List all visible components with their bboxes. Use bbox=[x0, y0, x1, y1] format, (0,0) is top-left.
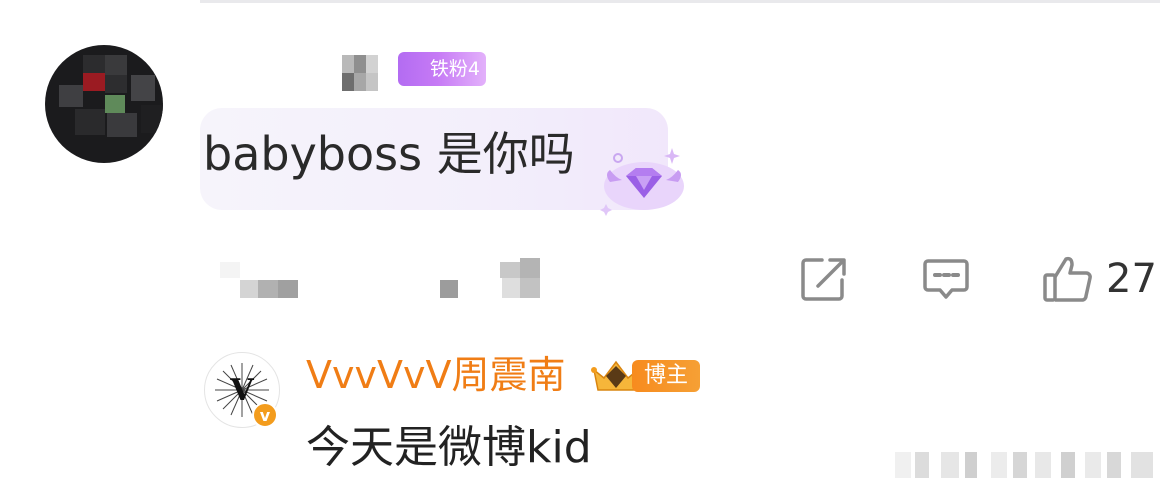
reply-author-name[interactable]: VvvVvV周震南 bbox=[306, 350, 565, 400]
fan-level-badge: 铁粉4 bbox=[398, 52, 486, 86]
gem-decoration-icon bbox=[600, 148, 684, 216]
watermark-pixelated bbox=[895, 452, 1160, 478]
like-count: 27 bbox=[1106, 256, 1157, 302]
commenter-avatar[interactable] bbox=[45, 45, 163, 163]
commenter-name-pixelated[interactable] bbox=[342, 55, 378, 91]
like-button[interactable]: 27 bbox=[1042, 254, 1157, 304]
comment-bubble-icon bbox=[923, 259, 969, 299]
reply-text: 今天是微博kid bbox=[306, 422, 592, 473]
blogger-badge: 博主 bbox=[588, 358, 704, 394]
thumbs-up-icon bbox=[1043, 256, 1092, 302]
comment-text: babyboss 是你吗 bbox=[203, 127, 575, 181]
verified-badge-icon: v bbox=[252, 402, 278, 428]
reply-button[interactable] bbox=[922, 254, 970, 304]
share-square-icon bbox=[801, 258, 846, 301]
blogger-badge-label: 博主 bbox=[632, 360, 700, 392]
avatar-letter: V bbox=[229, 373, 254, 408]
comment-meta-pixelated bbox=[220, 258, 580, 308]
top-divider bbox=[200, 0, 1160, 3]
share-button[interactable] bbox=[800, 254, 848, 304]
